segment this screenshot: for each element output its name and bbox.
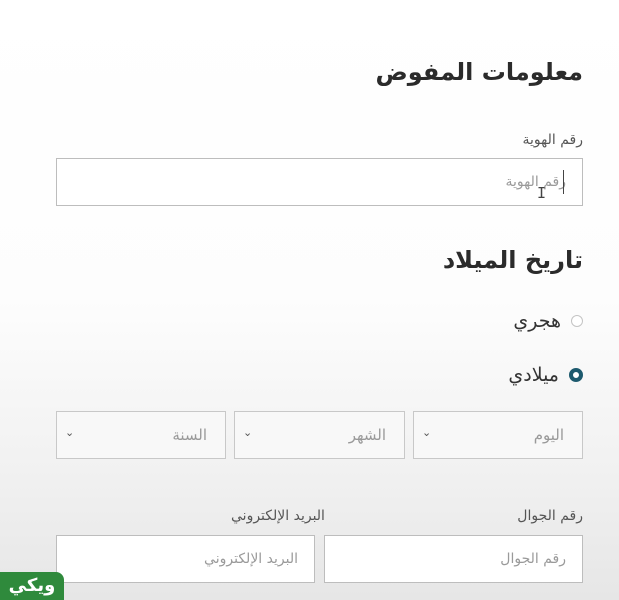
chevron-down-icon: ⌄: [243, 426, 253, 439]
radio-hijri[interactable]: هجري: [513, 310, 583, 332]
month-select[interactable]: الشهر ⌄: [234, 411, 405, 459]
radio-hijri-label: هجري: [513, 310, 561, 332]
id-number-input[interactable]: [56, 158, 583, 206]
day-select[interactable]: اليوم ⌄: [413, 411, 583, 459]
ibeam-cursor-icon: I: [537, 184, 547, 202]
watermark-logo: ويكي: [0, 572, 64, 600]
chevron-down-icon: ⌄: [422, 426, 432, 439]
radio-gregorian[interactable]: ميلادي: [508, 364, 583, 386]
id-number-label: رقم الهوية: [522, 132, 583, 148]
phone-input[interactable]: [324, 535, 583, 583]
radio-gregorian-label: ميلادي: [508, 364, 559, 386]
birthdate-title: تاريخ الميلاد: [442, 246, 583, 274]
email-input[interactable]: [56, 535, 315, 583]
radio-circle-icon[interactable]: [571, 315, 583, 327]
day-select-value: اليوم: [533, 426, 564, 444]
email-label: البريد الإلكتروني: [231, 508, 325, 524]
month-select-value: الشهر: [348, 426, 386, 444]
chevron-down-icon: ⌄: [65, 426, 75, 439]
radio-checked-icon[interactable]: [569, 368, 583, 382]
year-select-value: السنة: [172, 426, 207, 444]
phone-label: رقم الجوال: [517, 508, 583, 524]
section-title: معلومات المفوض: [375, 58, 583, 86]
text-caret: [563, 170, 564, 194]
year-select[interactable]: السنة ⌄: [56, 411, 226, 459]
